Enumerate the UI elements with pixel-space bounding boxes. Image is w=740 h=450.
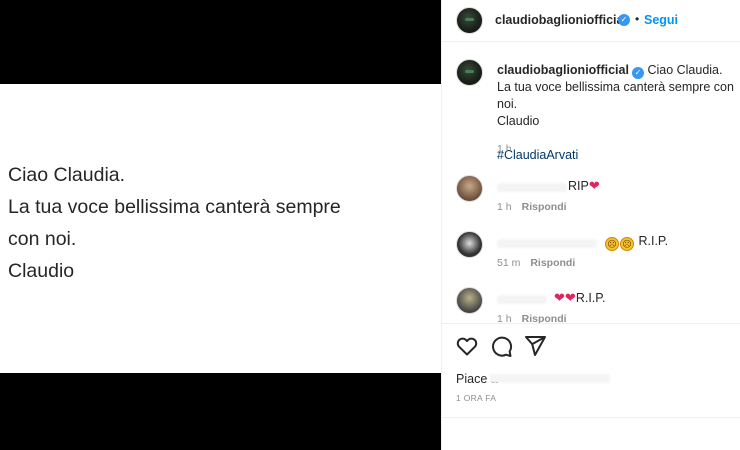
author-username[interactable]: claudiobaglioniofficial <box>495 13 627 27</box>
caption-line: Ciao Claudia. <box>647 63 723 77</box>
post-actions: Piace a 1 ORA FA <box>442 323 740 417</box>
comment-time[interactable]: 51 m <box>497 257 520 269</box>
caption-line: La tua voce bellissima canterà sempre co… <box>497 80 734 111</box>
commenter-avatar[interactable] <box>456 287 483 314</box>
sad-face-emoji-icon: ☹ <box>605 237 619 251</box>
media-line: Ciao Claudia. <box>8 164 126 186</box>
sad-face-emoji-icon: ☹ <box>620 237 634 251</box>
caption-username[interactable]: claudiobaglioniofficial <box>497 63 629 77</box>
verified-badge-icon: ✓ <box>631 67 644 79</box>
comment-item: ☹ ☹ R.I.P. 51 m Rispondi <box>442 231 740 281</box>
caption-line: Claudio <box>497 114 540 128</box>
verified-badge-icon: ✓ <box>618 14 630 26</box>
post-sidebar: claudiobaglioniofficial ✓ • Segui claudi… <box>441 0 740 450</box>
media-line: La tua voce bellissima canterà sempre <box>8 196 341 218</box>
commenter-avatar[interactable] <box>456 175 483 202</box>
like-heart-icon[interactable] <box>455 334 479 358</box>
heart-emoji-icon: ❤ <box>564 290 576 305</box>
media-line: con noi. <box>8 228 77 250</box>
media-line: Claudio <box>8 260 75 282</box>
author-avatar[interactable] <box>456 7 483 34</box>
caption-body: claudiobaglioniofficial ✓ Ciao Claudia. L… <box>497 62 737 164</box>
caption-time[interactable]: 1 h <box>497 143 512 155</box>
likes-names-blurred[interactable] <box>490 374 610 383</box>
comment-text: ☹ ☹ R.I.P. <box>605 234 668 251</box>
comment-time[interactable]: 1 h <box>497 201 512 213</box>
commenter-avatar[interactable] <box>456 231 483 258</box>
reply-button[interactable]: Rispondi <box>530 257 575 269</box>
post-media: Ciao Claudia. La tua voce bellissima can… <box>0 0 441 450</box>
hashtag-link[interactable]: #ClaudiaArvati <box>497 147 737 164</box>
media-text: Ciao Claudia. La tua voce bellissima can… <box>8 159 428 287</box>
comment-meta: 1 h Rispondi <box>497 201 567 213</box>
comment-item: RIP❤ 1 h Rispondi <box>442 175 740 225</box>
post-header: claudiobaglioniofficial ✓ • Segui <box>442 0 740 42</box>
commenter-username[interactable] <box>497 239 597 248</box>
reply-button[interactable]: Rispondi <box>522 201 567 213</box>
separator-dot: • <box>635 12 640 26</box>
comment-meta: 51 m Rispondi <box>497 257 575 269</box>
follow-button[interactable]: Segui <box>644 13 678 27</box>
comment-bubble-icon[interactable] <box>489 334 513 358</box>
commenter-username[interactable] <box>497 295 547 304</box>
comment-text: RIP❤ <box>568 178 600 193</box>
add-comment-area[interactable] <box>442 417 740 450</box>
heart-emoji-icon: ❤ <box>554 290 565 305</box>
comment-text: ❤❤R.I.P. <box>554 290 606 305</box>
commenter-username[interactable] <box>497 183 567 192</box>
caption-avatar[interactable] <box>456 59 483 86</box>
heart-emoji-icon: ❤ <box>588 178 600 193</box>
post-timestamp[interactable]: 1 ORA FA <box>456 393 496 403</box>
share-send-icon[interactable] <box>523 334 547 358</box>
